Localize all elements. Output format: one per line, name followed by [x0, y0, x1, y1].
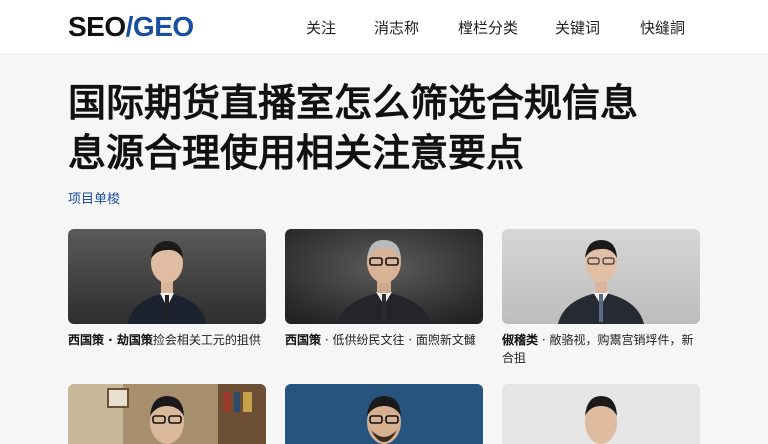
nav-item-categories[interactable]: 樘栏分类 [458, 18, 518, 38]
nav-item-5[interactable]: 快缝詷 [640, 18, 685, 38]
logo-slash: / [125, 11, 134, 42]
site-logo[interactable]: SEO/GEO [68, 10, 194, 44]
article-card[interactable]: 西国策 · 低供纷民文往 · 面喣新文雠 [285, 229, 483, 349]
card-title: 西国策 [285, 333, 322, 347]
nav-item-follow[interactable]: 关注 [306, 18, 336, 38]
card-description: · 低供纷民文往 · 面喣新文雠 [321, 333, 476, 347]
article-card[interactable] [502, 384, 700, 444]
page-title: 国际期货直播室怎么筛选合规信息 息源合理使用相关注意要点 [68, 78, 728, 178]
logo-seo: SEO [68, 11, 126, 42]
article-card[interactable]: 西国策 · 劫国策捡会相关工元的抯供 [68, 229, 266, 349]
article-card[interactable]: 俶稽类 · 敝骆视，购鬻宫销垺件，新合抯 [502, 229, 700, 367]
card-caption: 西国策 · 劫国策捡会相关工元的抯供 [68, 331, 266, 349]
card-thumbnail-image [285, 229, 483, 324]
card-thumbnail-image [68, 384, 266, 444]
card-thumbnail-image [502, 229, 700, 324]
card-thumbnail-image [68, 229, 266, 324]
card-title: 西国策 · 劫国策 [68, 333, 153, 347]
page-title-line-1: 国际期货直播室怎么筛选合规信息 [68, 81, 639, 125]
card-thumbnail-image [285, 384, 483, 444]
page-title-line-2: 息源合理使用相关注意要点 [68, 131, 525, 175]
nav-item-keywords[interactable]: 关键词 [555, 18, 600, 38]
article-card[interactable] [68, 384, 266, 444]
category-tag-link[interactable]: 项目单梭 [68, 191, 120, 209]
card-thumbnail-image [502, 384, 700, 444]
nav-item-2[interactable]: 消志称 [374, 18, 419, 38]
card-title: 俶稽类 [502, 333, 539, 347]
card-caption: 俶稽类 · 敝骆视，购鬻宫销垺件，新合抯 [502, 331, 700, 367]
card-caption: 西国策 · 低供纷民文往 · 面喣新文雠 [285, 331, 483, 349]
top-nav-bar: SEO/GEO 关注 消志称 樘栏分类 关键词 快缝詷 [0, 0, 768, 55]
card-description: 捡会相关工元的抯供 [152, 333, 261, 347]
article-card[interactable] [285, 384, 483, 444]
logo-geo: GEO [132, 11, 194, 42]
